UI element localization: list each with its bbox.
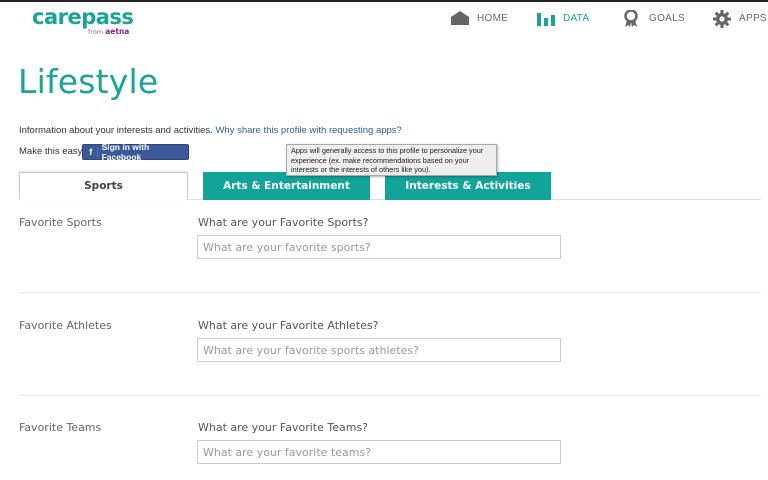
tab-arts-entertainment[interactable]: Arts & Entertainment: [203, 172, 370, 200]
gear-icon: [713, 10, 731, 28]
section-question-athletes: What are your Favorite Athletes?: [198, 319, 379, 332]
section-label-athletes: Favorite Athletes: [19, 319, 112, 332]
tab-arts-label: Arts & Entertainment: [223, 180, 350, 192]
info-line: Information about your interests and act…: [19, 125, 402, 136]
carepass-logo[interactable]: carepass from aetna: [32, 5, 134, 36]
nav-apps-label: APPS: [739, 12, 767, 24]
nav-data[interactable]: DATA: [537, 8, 589, 28]
section-divider: [19, 395, 761, 396]
tab-interests-label: Interests & Activities: [405, 180, 531, 192]
section-question-sports: What are your Favorite Sports?: [198, 216, 369, 229]
ribbon-icon: [623, 9, 641, 27]
favorite-teams-input[interactable]: [197, 440, 561, 464]
nav-apps[interactable]: APPS: [713, 8, 767, 28]
window-top-border: [0, 0, 768, 2]
section-question-teams: What are your Favorite Teams?: [198, 421, 369, 434]
tab-sports-label: Sports: [84, 180, 123, 192]
nav-goals-label: GOALS: [649, 12, 685, 24]
facebook-signin-button[interactable]: f Sign in with Facebook: [82, 142, 189, 162]
bar-chart-icon: [537, 10, 555, 26]
logo-sub-prefix: from: [88, 28, 104, 36]
tab-sports[interactable]: Sports: [19, 172, 188, 200]
logo-wordmark: carepass: [32, 5, 134, 29]
page-title: Lifestyle: [18, 62, 159, 101]
nav-home[interactable]: HOME: [451, 8, 508, 28]
section-label-teams: Favorite Teams: [19, 421, 102, 434]
facebook-icon: f: [85, 147, 98, 157]
section-label-sports: Favorite Sports: [19, 216, 102, 229]
tab-interests-activities[interactable]: Interests & Activities: [385, 172, 551, 200]
nav-home-label: HOME: [477, 12, 509, 24]
make-easy-text: Make this easy: [19, 146, 83, 157]
favorite-sports-input[interactable]: [197, 235, 561, 259]
favorite-athletes-input[interactable]: [197, 338, 561, 362]
nav-data-label: DATA: [563, 12, 590, 24]
facebook-signin-label: Sign in with Facebook: [101, 142, 150, 162]
logo-subtitle: from aetna: [88, 27, 129, 36]
why-share-tooltip: Apps will generally access to this profi…: [286, 144, 497, 176]
section-divider: [19, 292, 761, 293]
logo-sub-brand: aetna: [105, 27, 130, 36]
info-text: Information about your interests and act…: [19, 125, 213, 136]
why-share-link[interactable]: Why share this profile with requesting a…: [215, 125, 401, 136]
nav-goals[interactable]: GOALS: [623, 8, 685, 28]
home-icon: [451, 10, 469, 26]
